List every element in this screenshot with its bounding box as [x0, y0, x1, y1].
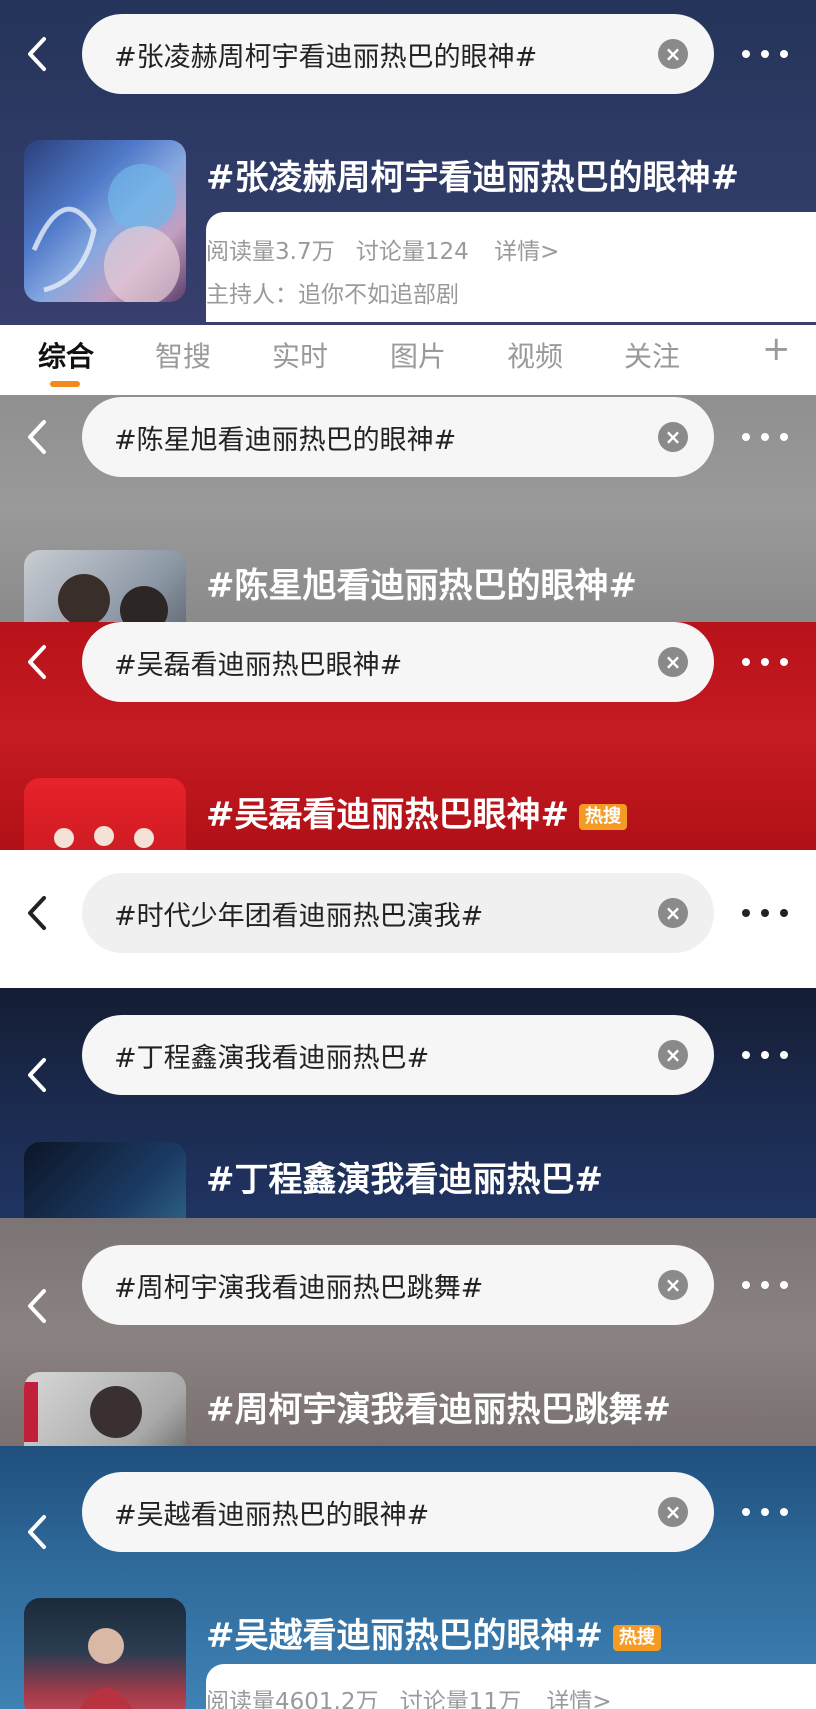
more-button[interactable]: [742, 431, 788, 443]
discussion-count: 讨论量11万: [399, 1689, 522, 1709]
topic-thumbnail[interactable]: [24, 1598, 186, 1709]
tab-图片[interactable]: 图片: [390, 335, 446, 375]
more-dots-icon: [742, 1051, 750, 1059]
clear-icon[interactable]: ×: [658, 1270, 688, 1300]
more-dots-icon: [742, 433, 750, 441]
topic-title: #吴磊看迪丽热巴眼神# 热搜: [206, 787, 627, 836]
more-button[interactable]: [742, 1506, 788, 1518]
clear-icon[interactable]: ×: [658, 422, 688, 452]
back-button[interactable]: [22, 642, 52, 682]
chevron-left-icon: [28, 896, 46, 930]
topic-thumbnail[interactable]: [24, 1372, 186, 1446]
more-button[interactable]: [742, 1049, 788, 1061]
topic-panel-7: #吴越看迪丽热巴的眼神# × #吴越看迪丽热巴的眼神# 热搜 阅读量4601.2万…: [0, 1446, 816, 1709]
back-button[interactable]: [22, 34, 52, 74]
search-input[interactable]: #吴越看迪丽热巴的眼神# ×: [82, 1472, 714, 1552]
back-button[interactable]: [22, 1286, 52, 1326]
tab-bar: 综合 智搜 实时 图片 视频 关注 +: [0, 325, 816, 395]
tab-视频[interactable]: 视频: [507, 335, 563, 375]
details-link[interactable]: 详情>: [546, 1689, 611, 1709]
search-input[interactable]: #时代少年团看迪丽热巴演我# ×: [82, 873, 714, 953]
more-dots-icon: [742, 658, 750, 666]
tab-智搜[interactable]: 智搜: [155, 335, 211, 375]
topic-title: #吴越看迪丽热巴的眼神# 热搜: [206, 1608, 661, 1657]
topic-panel-1: #张凌赫周柯宇看迪丽热巴的眼神# × #张凌赫周柯宇看迪丽热巴的眼神# 阅读量3…: [0, 0, 816, 395]
clear-icon[interactable]: ×: [658, 1040, 688, 1070]
more-button[interactable]: [742, 48, 788, 60]
topic-thumbnail[interactable]: [24, 140, 186, 302]
back-button[interactable]: [22, 417, 52, 457]
clear-icon[interactable]: ×: [658, 39, 688, 69]
more-dots-icon: [742, 1281, 750, 1289]
topic-host: 主持人：追你不如追部剧: [206, 282, 459, 308]
topic-stats: 阅读量3.7万 讨论量124 详情>: [206, 232, 559, 266]
search-query: #吴磊看迪丽热巴眼神#: [114, 649, 403, 681]
active-tab-indicator: [50, 381, 80, 387]
search-input[interactable]: #张凌赫周柯宇看迪丽热巴的眼神# ×: [82, 14, 714, 94]
more-dots-icon: [742, 50, 750, 58]
topic-panel-6: #周柯宇演我看迪丽热巴跳舞# × #周柯宇演我看迪丽热巴跳舞#: [0, 1218, 816, 1446]
topic-title-text: #吴越看迪丽热巴的眼神#: [206, 1616, 603, 1656]
more-button[interactable]: [742, 907, 788, 919]
chevron-left-icon: [28, 1515, 46, 1549]
read-count: 阅读量3.7万: [206, 239, 335, 265]
hot-search-badge: 热搜: [612, 1624, 661, 1651]
details-link[interactable]: 详情>: [494, 239, 559, 265]
more-dots-icon: [742, 909, 750, 917]
read-count: 阅读量4601.2万: [206, 1689, 379, 1709]
topic-thumbnail[interactable]: [24, 1142, 186, 1218]
search-input[interactable]: #丁程鑫演我看迪丽热巴# ×: [82, 1015, 714, 1095]
chevron-left-icon: [28, 1289, 46, 1323]
search-input[interactable]: #周柯宇演我看迪丽热巴跳舞# ×: [82, 1245, 714, 1325]
more-button[interactable]: [742, 1279, 788, 1291]
search-query: #时代少年团看迪丽热巴演我#: [114, 900, 484, 932]
chevron-left-icon: [28, 420, 46, 454]
search-query: #吴越看迪丽热巴的眼神#: [114, 1499, 430, 1531]
discussion-count: 讨论量124: [355, 239, 469, 265]
back-button[interactable]: [22, 1512, 52, 1552]
topic-title: #陈星旭看迪丽热巴的眼神#: [206, 566, 637, 606]
back-button[interactable]: [22, 893, 52, 933]
topic-thumbnail[interactable]: [24, 550, 186, 622]
topic-stats: 阅读量4601.2万 讨论量11万 详情>: [206, 1682, 612, 1709]
chevron-left-icon: [28, 37, 46, 71]
more-dots-icon: [742, 1508, 750, 1516]
topic-title: #周柯宇演我看迪丽热巴跳舞#: [206, 1390, 671, 1430]
search-query: #陈星旭看迪丽热巴的眼神#: [114, 424, 457, 456]
tab-关注[interactable]: 关注: [624, 335, 680, 375]
topic-panel-4: #时代少年团看迪丽热巴演我# ×: [0, 850, 816, 988]
topic-panel-2: #陈星旭看迪丽热巴的眼神# × #陈星旭看迪丽热巴的眼神#: [0, 395, 816, 622]
add-tab-button[interactable]: +: [762, 329, 791, 369]
topic-panel-3: #吴磊看迪丽热巴眼神# × #吴磊看迪丽热巴眼神# 热搜: [0, 622, 816, 850]
tab-综合[interactable]: 综合: [38, 335, 94, 375]
topic-title: #丁程鑫演我看迪丽热巴#: [206, 1160, 603, 1200]
clear-icon[interactable]: ×: [658, 647, 688, 677]
search-query: #丁程鑫演我看迪丽热巴#: [114, 1042, 430, 1074]
search-input[interactable]: #陈星旭看迪丽热巴的眼神# ×: [82, 397, 714, 477]
topic-title-text: #吴磊看迪丽热巴眼神#: [206, 795, 569, 835]
clear-icon[interactable]: ×: [658, 1497, 688, 1527]
chevron-left-icon: [28, 645, 46, 679]
topic-panel-5: #丁程鑫演我看迪丽热巴# × #丁程鑫演我看迪丽热巴#: [0, 988, 816, 1218]
topic-title: #张凌赫周柯宇看迪丽热巴的眼神#: [206, 158, 739, 198]
hot-search-badge: 热搜: [578, 803, 627, 830]
more-button[interactable]: [742, 656, 788, 668]
tab-实时[interactable]: 实时: [272, 335, 328, 375]
search-query: #周柯宇演我看迪丽热巴跳舞#: [114, 1272, 484, 1304]
back-button[interactable]: [22, 1055, 52, 1095]
search-input[interactable]: #吴磊看迪丽热巴眼神# ×: [82, 622, 714, 702]
topic-thumbnail[interactable]: [24, 778, 186, 850]
clear-icon[interactable]: ×: [658, 898, 688, 928]
chevron-left-icon: [28, 1058, 46, 1092]
search-query: #张凌赫周柯宇看迪丽热巴的眼神#: [114, 41, 538, 73]
